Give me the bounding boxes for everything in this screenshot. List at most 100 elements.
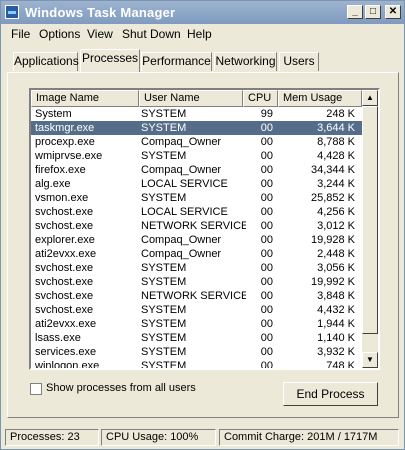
row-image-name: ati2evxx.exe [35,318,97,330]
menu-file[interactable]: File [11,27,30,41]
table-row[interactable]: procexp.exe Compaq_Owner 00 8,788 K [31,135,362,149]
table-row[interactable]: ati2evxx.exe SYSTEM 00 1,944 K [31,317,362,331]
process-rows: System SYSTEM 99 248 K taskmgr.exe SYSTEM 00 3,… [31,107,362,370]
table-row[interactable]: svchost.exe SYSTEM 00 3,056 K [31,261,362,275]
task-manager-icon [5,5,19,19]
row-user-name: Compaq_Owner [141,248,222,260]
row-image-name: svchost.exe [35,290,94,302]
row-user-name: SYSTEM [141,318,187,330]
row-cpu: 00 [260,164,273,176]
table-row[interactable]: services.exe SYSTEM 00 3,932 K [31,345,362,359]
table-row[interactable]: alg.exe LOCAL SERVICE 00 3,244 K [31,177,362,191]
row-mem-usage: 19,992 K [310,276,355,288]
row-user-name: SYSTEM [141,192,187,204]
row-mem-usage: 3,012 K [317,220,355,232]
table-row[interactable]: wmiprvse.exe SYSTEM 00 4,428 K [31,149,362,163]
table-row[interactable]: svchost.exe NETWORK SERVICE 00 3,848 K [31,289,362,303]
table-row[interactable]: taskmgr.exe SYSTEM 00 3,644 K [31,121,362,135]
column-user-name[interactable]: User Name [139,90,243,107]
column-image-name[interactable]: Image Name [31,90,139,107]
row-cpu: 00 [260,290,273,302]
row-mem-usage: 2,448 K [317,248,355,260]
row-mem-usage: 248 K [326,108,355,120]
row-mem-usage: 34,344 K [310,164,355,176]
row-user-name: LOCAL SERVICE [141,206,228,218]
table-row[interactable]: explorer.exe Compaq_Owner 00 19,928 K [31,233,362,247]
close-button[interactable]: ✕ [385,5,401,19]
row-image-name: System [35,108,72,120]
row-cpu: 00 [260,248,273,260]
tab-strip: Applications Processes Performance Netwo… [1,49,404,73]
row-mem-usage: 748 K [326,360,355,370]
row-user-name: LOCAL SERVICE [141,178,228,190]
row-image-name: alg.exe [35,178,71,190]
row-cpu: 00 [260,150,273,162]
row-image-name: procexp.exe [35,136,95,148]
table-row[interactable]: lsass.exe SYSTEM 00 1,140 K [31,331,362,345]
table-row[interactable]: ati2evxx.exe Compaq_Owner 00 2,448 K [31,247,362,261]
show-all-users-checkbox[interactable] [30,383,42,395]
window-title: Windows Task Manager [25,5,176,20]
row-image-name: svchost.exe [35,262,94,274]
process-list[interactable]: Image Name User Name CPU Mem Usage Syste… [29,88,380,370]
tab-processes[interactable]: Processes [80,49,140,72]
menu-options[interactable]: Options [39,27,80,41]
row-image-name: firefox.exe [35,164,86,176]
tab-networking[interactable]: Networking [214,52,277,71]
table-row[interactable]: firefox.exe Compaq_Owner 00 34,344 K [31,163,362,177]
row-cpu: 00 [260,206,273,218]
maximize-button[interactable]: □ [365,5,381,19]
row-user-name: Compaq_Owner [141,164,222,176]
tab-performance[interactable]: Performance [141,52,212,71]
table-row[interactable]: vsmon.exe SYSTEM 00 25,852 K [31,191,362,205]
row-cpu: 00 [260,192,273,204]
table-row[interactable]: svchost.exe SYSTEM 00 4,432 K [31,303,362,317]
status-bar: Processes: 23 CPU Usage: 100% Commit Cha… [1,426,404,449]
column-cpu[interactable]: CPU [243,90,278,107]
end-process-button[interactable]: End Process [283,382,378,406]
table-row[interactable]: System SYSTEM 99 248 K [31,107,362,121]
status-processes: Processes: 23 [5,429,99,446]
row-image-name: ati2evxx.exe [35,248,97,260]
row-user-name: SYSTEM [141,122,187,134]
menu-help[interactable]: Help [187,27,212,41]
tab-applications[interactable]: Applications [13,52,79,71]
row-user-name: NETWORK SERVICE [141,290,246,302]
table-row[interactable]: svchost.exe LOCAL SERVICE 00 4,256 K [31,205,362,219]
row-image-name: taskmgr.exe [35,122,95,134]
row-image-name: svchost.exe [35,206,94,218]
row-cpu: 00 [260,332,273,344]
column-mem-usage[interactable]: Mem Usage [278,90,362,107]
row-user-name: SYSTEM [141,304,187,316]
row-image-name: svchost.exe [35,276,94,288]
table-row[interactable]: svchost.exe NETWORK SERVICE 00 3,012 K [31,219,362,233]
status-cpu-usage: CPU Usage: 100% [101,429,216,446]
menu-bar: File Options View Shut Down Help [1,24,404,44]
row-cpu: 00 [260,136,273,148]
table-row[interactable]: svchost.exe SYSTEM 00 19,992 K [31,275,362,289]
vertical-scrollbar[interactable]: ▲ ▼ [362,90,378,368]
row-user-name: SYSTEM [141,346,187,358]
row-mem-usage: 1,944 K [317,318,355,330]
menu-view[interactable]: View [87,27,113,41]
menu-shut-down[interactable]: Shut Down [122,27,181,41]
table-row[interactable]: winlogon.exe SYSTEM 00 748 K [31,359,362,370]
tab-users[interactable]: Users [279,52,319,71]
scroll-up-icon[interactable]: ▲ [362,90,378,106]
row-cpu: 00 [260,220,273,232]
scroll-down-icon[interactable]: ▼ [362,352,378,368]
row-image-name: svchost.exe [35,220,94,232]
task-manager-window: Windows Task Manager _ □ ✕ File Options … [0,0,405,450]
row-mem-usage: 4,432 K [317,304,355,316]
scroll-thumb[interactable] [362,106,378,334]
row-mem-usage: 4,428 K [317,150,355,162]
title-bar[interactable]: Windows Task Manager _ □ ✕ [1,1,404,24]
processes-panel: Image Name User Name CPU Mem Usage Syste… [7,72,399,418]
show-all-users-label: Show processes from all users [46,382,196,394]
row-user-name: SYSTEM [141,150,187,162]
row-mem-usage: 3,848 K [317,290,355,302]
row-mem-usage: 1,140 K [317,332,355,344]
minimize-button[interactable]: _ [347,5,363,19]
row-mem-usage: 3,244 K [317,178,355,190]
row-cpu: 00 [260,262,273,274]
